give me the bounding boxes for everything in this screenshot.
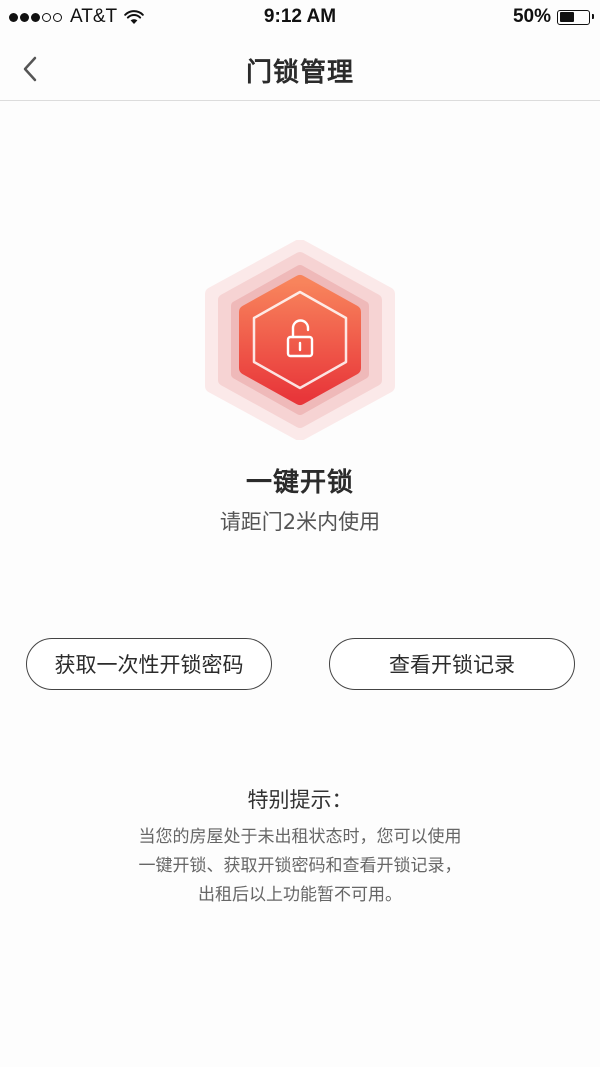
battery-icon bbox=[557, 9, 594, 25]
notice-line: 当您的房屋处于未出租状态时，您可以使用 bbox=[138, 827, 462, 847]
page-title: 门锁管理 bbox=[245, 58, 354, 88]
unlock-distance-hint: 请距门2米内使用 bbox=[219, 510, 381, 534]
view-unlock-records-button[interactable]: 查看开锁记录 bbox=[329, 638, 575, 690]
get-one-time-password-button[interactable]: 获取一次性开锁密码 bbox=[26, 638, 272, 690]
one-tap-unlock-button[interactable] bbox=[190, 239, 410, 441]
unlock-hexagon-graphic bbox=[205, 239, 395, 441]
notice-title: 特别提示： bbox=[247, 788, 353, 812]
notice-line: 出租后以上功能暂不可用。 bbox=[198, 885, 402, 905]
status-time: 9:12 AM bbox=[263, 6, 337, 27]
unlock-title: 一键开锁 bbox=[245, 468, 354, 498]
status-bar: AT&T 9:12 AM 50% bbox=[0, 0, 600, 34]
battery-percentage: 50% bbox=[512, 6, 551, 27]
navigation-bar: 门锁管理 bbox=[0, 34, 600, 101]
notice-line: 一键开锁、获取开锁密码和查看开锁记录， bbox=[138, 856, 462, 876]
status-right: 50% bbox=[512, 6, 594, 28]
battery-level-fill bbox=[559, 12, 574, 22]
